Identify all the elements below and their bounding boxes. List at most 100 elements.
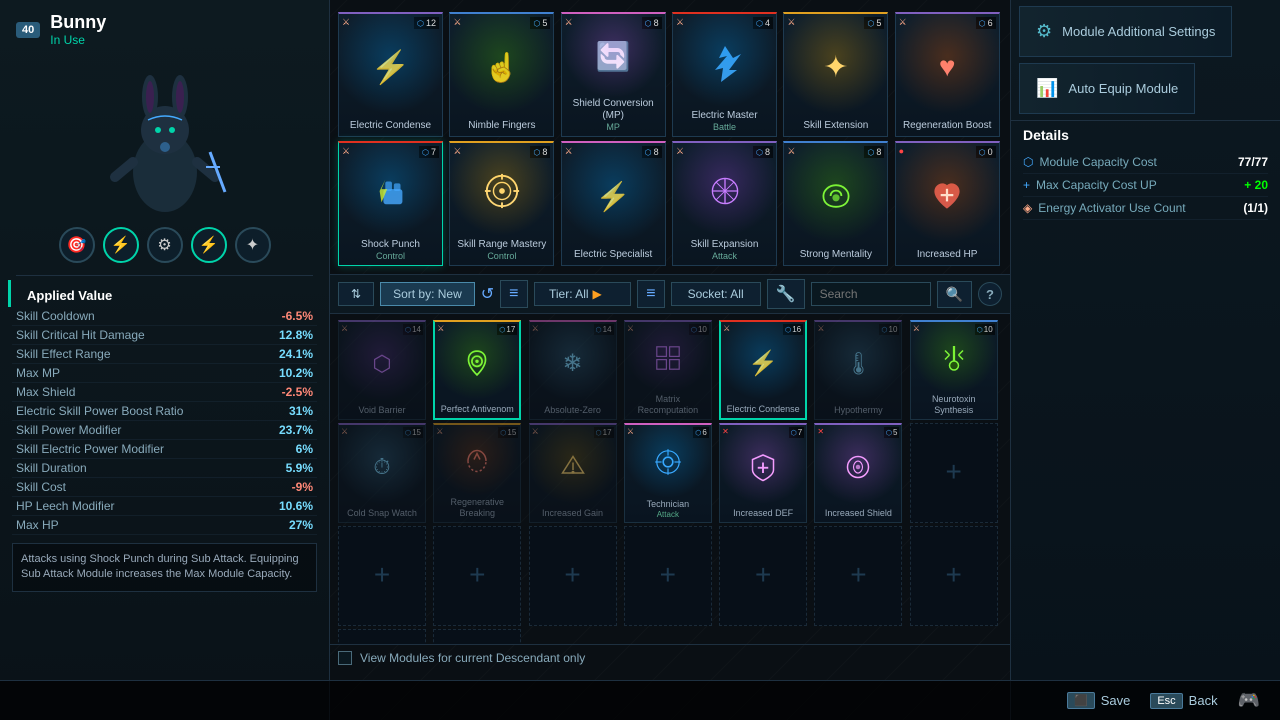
- inv-icon-area: ⚡: [721, 322, 805, 404]
- inv-icon-bg: [339, 425, 425, 508]
- inv-card-technician[interactable]: ⚔ 6 Technician Attack: [624, 423, 712, 523]
- module-icon-area: [784, 143, 887, 249]
- stat-row: Max HP 27%: [12, 516, 317, 535]
- module-card-regen-boost[interactable]: ⚔ 6 ♥ Regeneration Boost: [895, 12, 1000, 137]
- stat-name: Max HP: [16, 518, 59, 532]
- inv-icon-bg: [815, 425, 901, 508]
- save-button[interactable]: ⬛ Save: [1067, 692, 1130, 709]
- inv-icon-empty: +: [339, 630, 425, 644]
- inv-icon-area: ⬡: [339, 322, 425, 405]
- skill-icon-2[interactable]: ⚡: [103, 227, 139, 263]
- energy-activator-row: ◈ Energy Activator Use Count (1/1): [1023, 197, 1268, 220]
- inv-card-increased-gain[interactable]: ⚔ 17 Increased Gain: [529, 423, 617, 523]
- inv-label: Cold Snap Watch: [345, 508, 419, 519]
- inv-card-matrix-recomputation[interactable]: ⚔ 10 Matrix Recomputation: [624, 320, 712, 420]
- module-sublabel: Control: [376, 251, 405, 261]
- skill-icon-4[interactable]: ⚡: [191, 227, 227, 263]
- inv-card-cold-snap-watch[interactable]: ⚔ 15 ⏱ Cold Snap Watch: [338, 423, 426, 523]
- module-card-electric-condense[interactable]: ⚔ 12 ⚡ Electric Condense: [338, 12, 443, 137]
- stat-name: Skill Duration: [16, 461, 87, 475]
- sort-order-icon: ⇅: [351, 287, 361, 301]
- sort-by-button[interactable]: Sort by: New: [380, 282, 475, 306]
- module-card-increased-hp[interactable]: ● 0 Increased HP: [895, 141, 1000, 266]
- max-capacity-val: + 20: [1244, 178, 1268, 192]
- energy-label: Energy Activator Use Count: [1038, 201, 1185, 215]
- help-button[interactable]: ?: [978, 282, 1002, 306]
- refresh-button[interactable]: ↺: [481, 284, 494, 304]
- details-title: Details: [1023, 127, 1268, 143]
- module-card-skill-range-mastery[interactable]: ⚔ 8 Skill Range Mastery Control: [449, 141, 554, 266]
- module-card-skill-expansion[interactable]: ⚔ 8 Skill Expansion Attack: [672, 141, 777, 266]
- inv-icon-empty: +: [530, 527, 616, 622]
- module-card-electric-master[interactable]: ⚔ 4 Electric Master Battle: [672, 12, 777, 137]
- search-input[interactable]: [811, 282, 931, 306]
- module-card-shield-conversion[interactable]: ⚔ 8 🔄 Shield Conversion (MP) MP: [561, 12, 666, 137]
- equipped-grid: ⚔ 12 ⚡ Electric Condense ⚔ 5 ☝ Nimble Fi…: [330, 0, 1010, 274]
- skill-icon-5[interactable]: ✦: [235, 227, 271, 263]
- inv-label: Increased Gain: [540, 508, 605, 519]
- module-card-nimble-fingers[interactable]: ⚔ 5 ☝ Nimble Fingers: [449, 12, 554, 137]
- stat-name: HP Leech Modifier: [16, 499, 115, 513]
- module-card-electric-specialist[interactable]: ⚔ 8 ⚡ Electric Specialist: [561, 141, 666, 266]
- tier-filter-layer-btn[interactable]: ≡: [500, 280, 527, 308]
- inv-card-perfect-antivenom[interactable]: ⚔ 17 Perfect Antivenom: [433, 320, 521, 420]
- stat-val: -2.5%: [282, 385, 313, 399]
- capacity-cost-row: ⬡ Module Capacity Cost 77/77: [1023, 151, 1268, 174]
- back-button[interactable]: Esc Back: [1150, 693, 1217, 709]
- level-badge: 40: [16, 22, 40, 38]
- inv-label: Hypothermy: [832, 405, 885, 416]
- sort-order-btn[interactable]: ⇅: [338, 282, 374, 306]
- socket-filter-layer-btn[interactable]: ≡: [637, 280, 664, 308]
- module-label: Skill Range Mastery: [455, 239, 548, 251]
- details-section: Details ⬡ Module Capacity Cost 77/77 + M…: [1011, 120, 1280, 226]
- divider-1: [16, 275, 313, 276]
- settings-label: Module Additional Settings: [1062, 24, 1215, 39]
- inv-card-absolute-zero[interactable]: ⚔ 14 ❄ Absolute-Zero: [529, 320, 617, 420]
- module-icon-area: ⚡: [562, 143, 665, 249]
- tier-select[interactable]: Tier: All ▶: [534, 282, 632, 306]
- inv-card-increased-shield[interactable]: ✕ 5 Increased Shield: [814, 423, 902, 523]
- module-sublabel: Attack: [712, 251, 737, 261]
- stat-val: 6%: [296, 442, 313, 456]
- skill-icon-1[interactable]: 🎯: [59, 227, 95, 263]
- module-icon-bg: [339, 143, 442, 239]
- capacity-cost-label: Module Capacity Cost: [1039, 155, 1156, 169]
- stat-name: Skill Electric Power Modifier: [16, 442, 164, 456]
- inv-card-electric-condense-2[interactable]: ⚔ 16 ⚡ Electric Condense: [719, 320, 807, 420]
- inv-icon-empty: +: [339, 527, 425, 622]
- inv-card-void-barrier[interactable]: ⚔ 14 ⬡ Void Barrier: [338, 320, 426, 420]
- inv-icon-empty: +: [625, 527, 711, 622]
- empty-plus-icon: +: [469, 559, 485, 591]
- stat-list: Skill Cooldown -6.5% Skill Critical Hit …: [0, 307, 329, 535]
- inv-label: Matrix Recomputation: [625, 394, 711, 416]
- stat-row: Max MP 10.2%: [12, 364, 317, 383]
- module-icon-area: ⚡: [339, 14, 442, 120]
- module-icon-area: [673, 143, 776, 239]
- inv-icon-area: 🌡: [815, 322, 901, 405]
- skill-icon-3[interactable]: ⚙: [147, 227, 183, 263]
- socket-select[interactable]: Socket: All: [671, 282, 761, 306]
- inv-card-hypothermy[interactable]: ⚔ 10 🌡 Hypothermy: [814, 320, 902, 420]
- module-card-strong-mentality[interactable]: ⚔ 8 Strong Mentality: [783, 141, 888, 266]
- character-name: Bunny: [50, 12, 106, 33]
- settings-icon: ⚙: [1036, 21, 1052, 42]
- inv-card-neurotoxin-synthesis[interactable]: ⚔ 10 Neurotoxin Synthesis: [910, 320, 998, 420]
- stat-row: Skill Cooldown -6.5%: [12, 307, 317, 326]
- back-label: Back: [1189, 693, 1218, 708]
- module-additional-settings-button[interactable]: ⚙ Module Additional Settings: [1019, 6, 1232, 57]
- inv-card-increased-def[interactable]: ✕ 7 Increased DEF: [719, 423, 807, 523]
- module-card-skill-extension[interactable]: ⚔ 5 ✦ Skill Extension: [783, 12, 888, 137]
- view-descendant-checkbox[interactable]: [338, 651, 352, 665]
- search-filter-layer-btn[interactable]: 🔧: [767, 279, 805, 309]
- character-svg: [100, 62, 230, 217]
- module-card-shock-punch[interactable]: ⚔ 7 Shock Punch Control: [338, 141, 443, 266]
- inv-card-regenerative-breaking[interactable]: ⚔ 15 Regenerative Breaking: [433, 423, 521, 523]
- tier-label: Tier: All: [549, 287, 589, 301]
- inv-card-empty-3: +: [433, 526, 521, 626]
- view-descendant-label[interactable]: View Modules for current Descendant only: [360, 651, 585, 665]
- inv-icon-area: [911, 322, 997, 394]
- search-button[interactable]: 🔍: [937, 281, 972, 308]
- auto-equip-module-button[interactable]: 📊 Auto Equip Module: [1019, 63, 1195, 114]
- character-header: 40 Bunny In Use: [0, 0, 329, 59]
- module-icon-bg: [339, 14, 442, 120]
